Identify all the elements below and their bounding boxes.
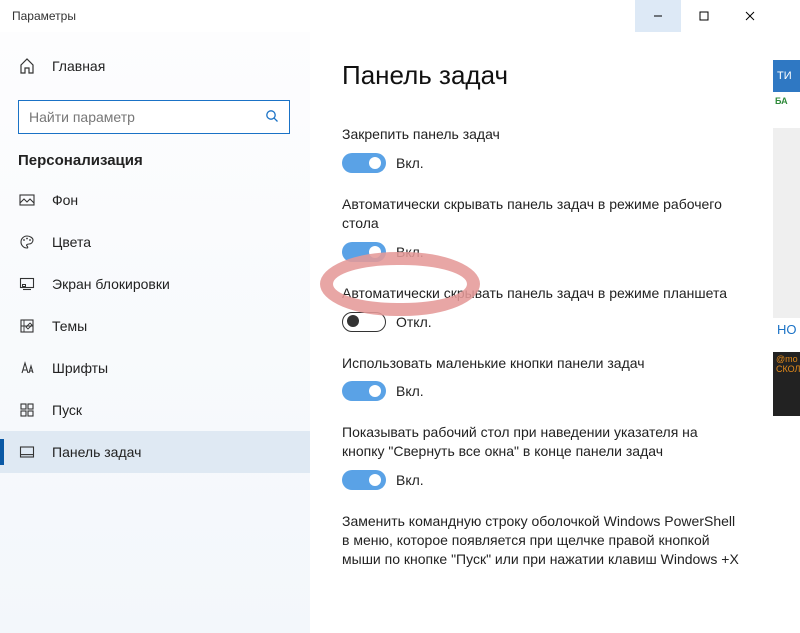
picture-icon xyxy=(18,191,36,209)
close-icon xyxy=(745,11,755,21)
sidebar-home-label: Главная xyxy=(52,58,105,74)
sidebar-item-label: Фон xyxy=(52,192,78,208)
setting-title: Использовать маленькие кнопки панели зад… xyxy=(342,354,742,373)
sidebar-item-themes[interactable]: Темы xyxy=(0,305,310,347)
sidebar-nav: Фон Цвета Экран блокировки Темы Шрифты xyxy=(0,179,310,473)
setting-title: Показывать рабочий стол при наведении ук… xyxy=(342,423,742,461)
sidebar-item-label: Цвета xyxy=(52,234,91,250)
sidebar-item-lockscreen[interactable]: Экран блокировки xyxy=(0,263,310,305)
toggle-peek-desktop[interactable] xyxy=(342,470,386,490)
maximize-button[interactable] xyxy=(681,0,727,32)
search-input[interactable] xyxy=(29,109,265,125)
home-icon xyxy=(18,57,36,75)
toggle-state-label: Вкл. xyxy=(396,472,424,488)
toggle-state-label: Вкл. xyxy=(396,155,424,171)
sidebar-item-label: Панель задач xyxy=(52,444,141,460)
minimize-icon xyxy=(653,11,663,21)
maximize-icon xyxy=(699,11,709,21)
setting-autohide-desktop: Автоматически скрывать панель задач в ре… xyxy=(342,195,749,262)
setting-peek-desktop: Показывать рабочий стол при наведении ук… xyxy=(342,423,749,490)
lockscreen-icon xyxy=(18,275,36,293)
close-button[interactable] xyxy=(727,0,773,32)
search-wrap xyxy=(0,86,310,152)
sidebar-item-fonts[interactable]: Шрифты xyxy=(0,347,310,389)
palette-icon xyxy=(18,233,36,251)
toggle-state-label: Вкл. xyxy=(396,244,424,260)
toggle-autohide-tablet[interactable] xyxy=(342,312,386,332)
titlebar: Параметры xyxy=(0,0,773,32)
toggle-small-buttons[interactable] xyxy=(342,381,386,401)
minimize-button[interactable] xyxy=(635,0,681,32)
setting-powershell: Заменить командную строку оболочкой Wind… xyxy=(342,512,749,569)
search-icon xyxy=(265,109,279,126)
window-title: Параметры xyxy=(0,9,635,23)
sidebar-section-title: Персонализация xyxy=(0,152,310,179)
toggle-autohide-desktop[interactable] xyxy=(342,242,386,262)
setting-lock-taskbar: Закрепить панель задач Вкл. xyxy=(342,125,749,173)
settings-window: Параметры Главная xyxy=(0,0,773,633)
sidebar-item-taskbar[interactable]: Панель задач xyxy=(0,431,310,473)
window-controls xyxy=(635,0,773,32)
themes-icon xyxy=(18,317,36,335)
sidebar-item-background[interactable]: Фон xyxy=(0,179,310,221)
taskbar-icon xyxy=(18,443,36,461)
sidebar-item-label: Экран блокировки xyxy=(52,276,170,292)
setting-title: Автоматически скрывать панель задач в ре… xyxy=(342,284,742,303)
setting-title: Заменить командную строку оболочкой Wind… xyxy=(342,512,742,569)
content-pane: Панель задач Закрепить панель задач Вкл.… xyxy=(310,32,773,633)
setting-small-buttons: Использовать маленькие кнопки панели зад… xyxy=(342,354,749,402)
setting-title: Автоматически скрывать панель задач в ре… xyxy=(342,195,742,233)
sidebar-item-label: Шрифты xyxy=(52,360,108,376)
sidebar-item-start[interactable]: Пуск xyxy=(0,389,310,431)
toggle-lock-taskbar[interactable] xyxy=(342,153,386,173)
window-body: Главная Персонализация Фон Цвета xyxy=(0,32,773,633)
toggle-state-label: Вкл. xyxy=(396,383,424,399)
start-icon xyxy=(18,401,36,419)
sidebar-home[interactable]: Главная xyxy=(0,46,310,86)
search-box[interactable] xyxy=(18,100,290,134)
background-browser-strip: ТИ БА НО @mo СКОЛ xyxy=(773,0,800,633)
sidebar-item-label: Пуск xyxy=(52,402,82,418)
sidebar-item-colors[interactable]: Цвета xyxy=(0,221,310,263)
sidebar: Главная Персонализация Фон Цвета xyxy=(0,32,310,633)
setting-title: Закрепить панель задач xyxy=(342,125,742,144)
sidebar-item-label: Темы xyxy=(52,318,87,334)
setting-autohide-tablet: Автоматически скрывать панель задач в ре… xyxy=(342,284,749,332)
page-heading: Панель задач xyxy=(342,60,749,91)
fonts-icon xyxy=(18,359,36,377)
toggle-state-label: Откл. xyxy=(396,314,432,330)
